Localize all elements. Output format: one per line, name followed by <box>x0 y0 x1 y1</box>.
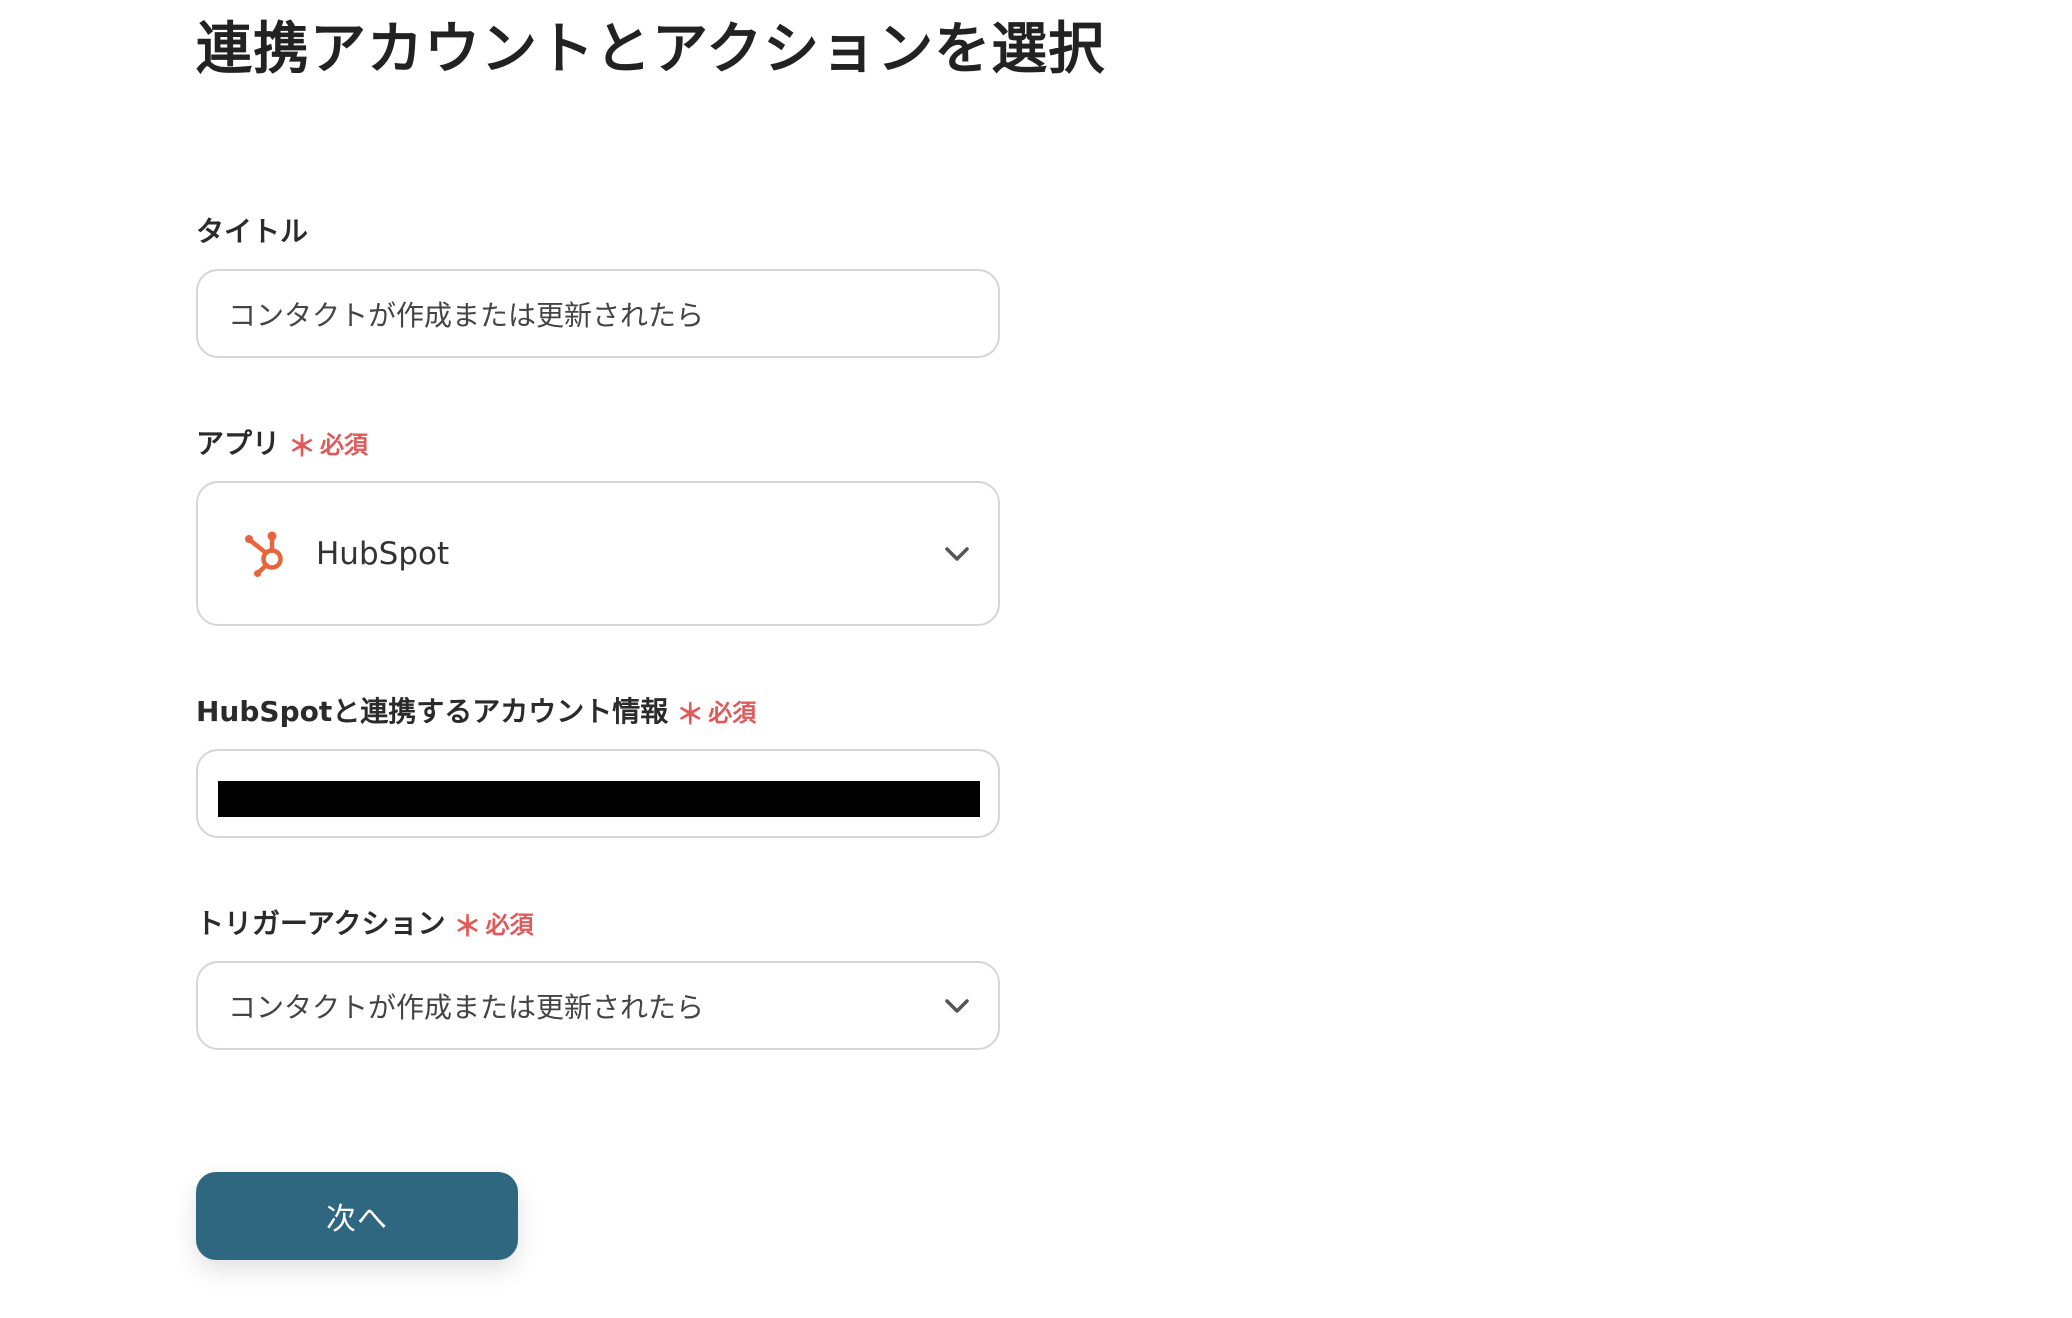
account-select[interactable] <box>196 749 1000 838</box>
required-asterisk: ＊ <box>676 698 705 731</box>
next-button[interactable]: 次へ <box>196 1172 518 1260</box>
redacted-account-value <box>218 781 980 817</box>
chevron-down-icon[interactable] <box>944 998 970 1014</box>
account-label-text: HubSpotと連携するアカウント情報 <box>196 695 669 728</box>
app-select[interactable]: HubSpot <box>196 481 1000 626</box>
app-label-text: アプリ <box>196 427 281 460</box>
title-input-value: コンタクトが作成または更新されたら <box>228 298 705 332</box>
trigger-selected-value: コンタクトが作成または更新されたら <box>228 990 705 1024</box>
required-asterisk: ＊ <box>453 910 482 943</box>
required-text: 必須 <box>320 431 369 459</box>
required-text: 必須 <box>485 911 534 939</box>
page-title: 連携アカウントとアクションを選択 <box>196 17 1106 82</box>
required-indicator: ＊必須 <box>676 698 757 731</box>
title-label-text: タイトル <box>196 215 309 248</box>
trigger-label-text: トリガーアクション <box>196 907 446 940</box>
trigger-field-label: トリガーアクション＊必須 <box>196 904 534 944</box>
required-text: 必須 <box>708 699 757 727</box>
app-field-label: アプリ＊必須 <box>196 424 368 464</box>
required-indicator: ＊必須 <box>453 910 534 943</box>
chevron-down-icon[interactable] <box>944 546 970 562</box>
hubspot-icon <box>245 531 283 577</box>
trigger-action-select[interactable]: コンタクトが作成または更新されたら <box>196 961 1000 1050</box>
title-input[interactable]: コンタクトが作成または更新されたら <box>196 269 1000 358</box>
required-asterisk: ＊ <box>288 430 317 463</box>
app-selected-name: HubSpot <box>316 535 450 572</box>
title-field-label: タイトル <box>196 212 308 252</box>
account-field-label: HubSpotと連携するアカウント情報＊必須 <box>196 692 756 732</box>
required-indicator: ＊必須 <box>288 430 369 463</box>
